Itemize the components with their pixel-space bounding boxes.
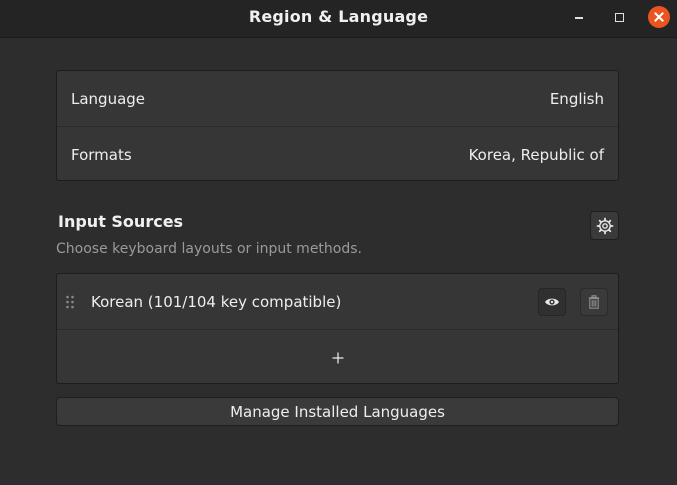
- input-source-row[interactable]: Korean (101/104 key compatible): [57, 274, 618, 330]
- plus-icon: [332, 352, 343, 363]
- input-source-label: Korean (101/104 key compatible): [91, 292, 342, 311]
- maximize-icon: [614, 12, 624, 22]
- add-input-source-button[interactable]: [57, 330, 618, 385]
- eye-icon: [545, 298, 559, 305]
- close-icon: [654, 12, 664, 22]
- input-sources-title: Input Sources: [58, 212, 184, 231]
- close-button[interactable]: [648, 6, 670, 28]
- input-sources-list: Korean (101/104 key compatible): [56, 273, 619, 384]
- input-source-options-button[interactable]: [590, 211, 619, 240]
- language-formats-panel: Language English Formats Korea, Republic…: [56, 70, 619, 181]
- title-bar: Region & Language: [0, 0, 677, 38]
- maximize-button[interactable]: [608, 6, 630, 28]
- language-row[interactable]: Language English: [57, 71, 618, 126]
- minimize-icon: [575, 17, 583, 19]
- preview-layout-button[interactable]: [538, 287, 566, 316]
- manage-installed-languages-button[interactable]: Manage Installed Languages: [56, 397, 619, 426]
- formats-row[interactable]: Formats Korea, Republic of: [57, 126, 618, 182]
- language-label: Language: [71, 89, 146, 108]
- gear-icon: [596, 217, 613, 234]
- formats-value: Korea, Republic of: [468, 145, 604, 164]
- drag-handle-icon[interactable]: [65, 294, 75, 310]
- remove-input-source-button[interactable]: [580, 287, 608, 316]
- formats-label: Formats: [71, 145, 132, 164]
- minimize-button[interactable]: [568, 6, 590, 28]
- input-sources-subtitle: Choose keyboard layouts or input methods…: [56, 241, 362, 257]
- language-value: English: [549, 89, 604, 108]
- trash-icon: [588, 294, 600, 309]
